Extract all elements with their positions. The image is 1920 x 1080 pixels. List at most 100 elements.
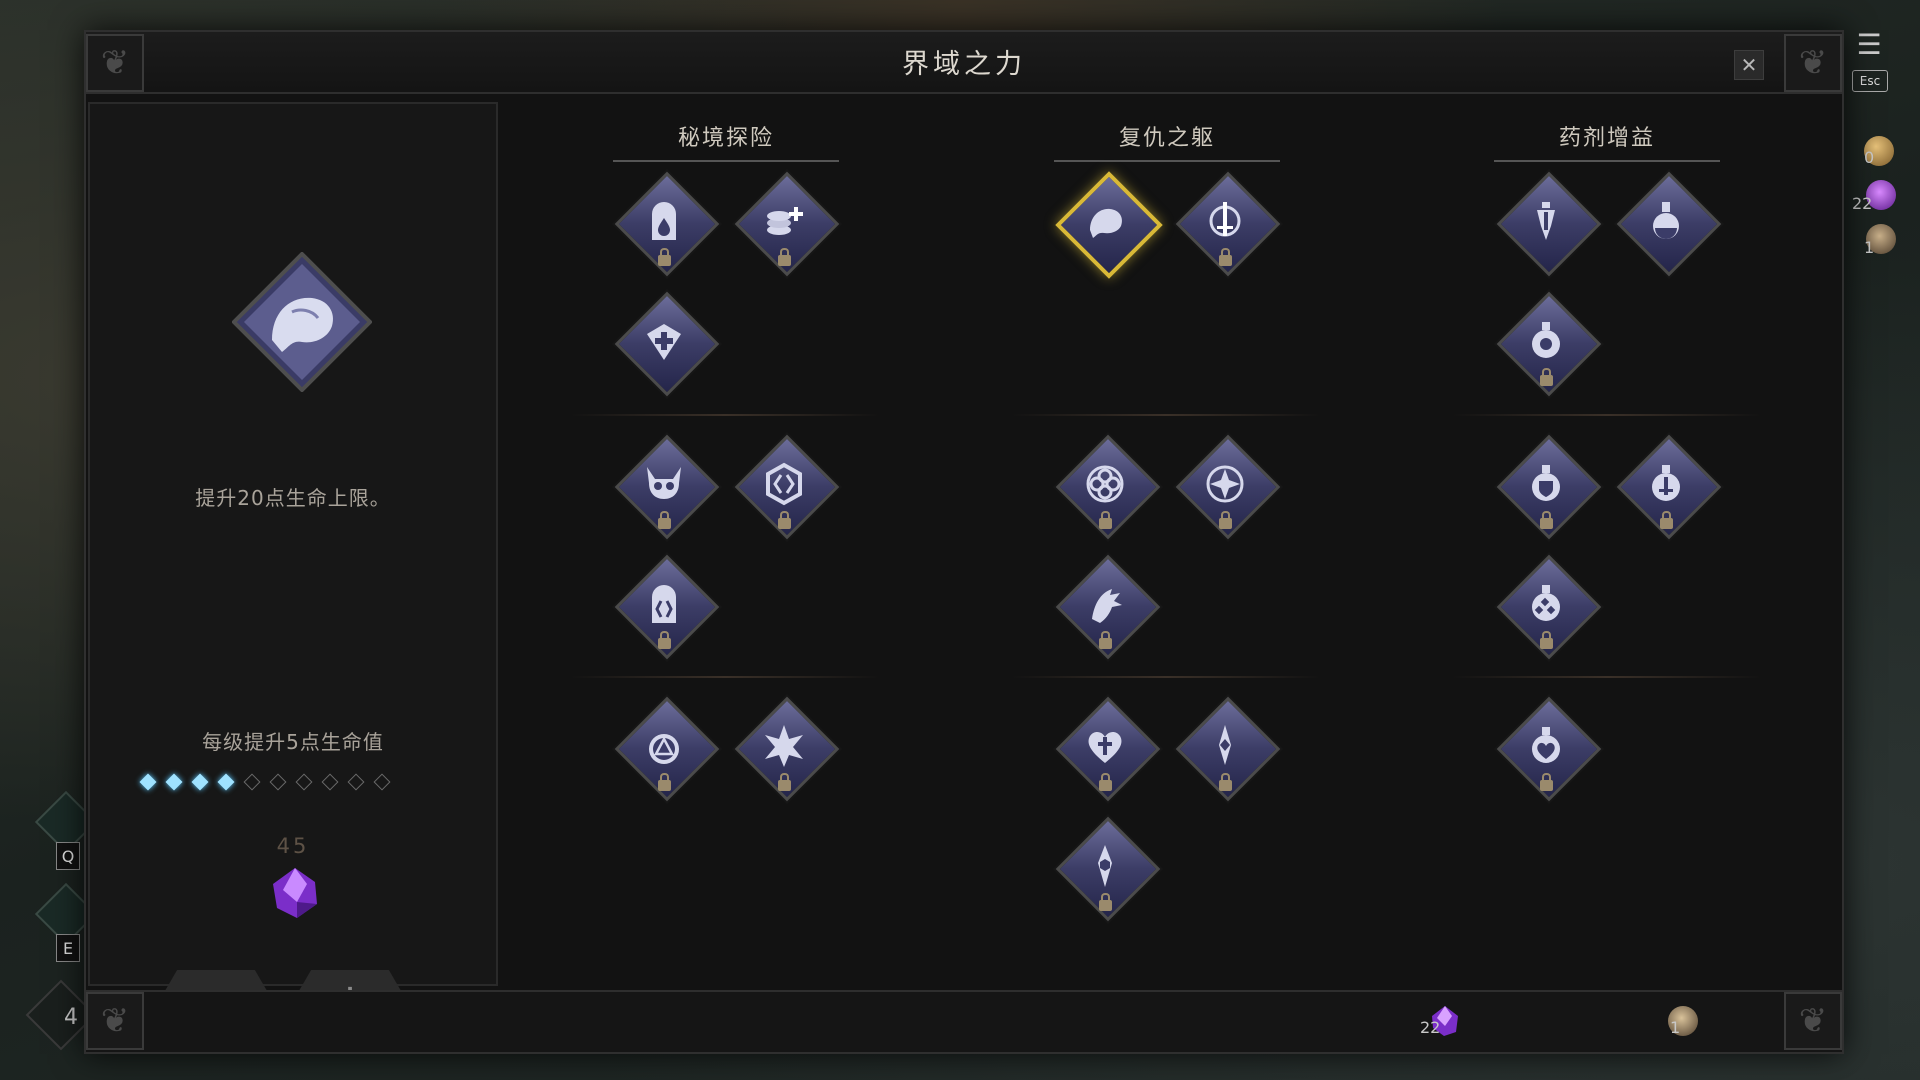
coin-stack-plus-icon	[767, 207, 803, 235]
lock-icon	[1540, 773, 1553, 791]
detail-panel: 提升20点生命上限。 每级提升5点生命值 45 − +	[88, 102, 498, 1022]
footer-bar: ❦ 22 1 ❦	[86, 990, 1842, 1052]
gold-count: 0	[1864, 148, 1875, 167]
tier-divider	[1011, 414, 1321, 416]
level-pip-empty	[347, 773, 365, 791]
hud-key-q: Q	[56, 842, 80, 870]
level-pip-empty	[269, 773, 287, 791]
crystal-count: 22	[1852, 194, 1873, 213]
talent-node-flask[interactable]	[1616, 171, 1722, 287]
potion-heart-icon	[1532, 727, 1560, 763]
window-title: 界域之力	[902, 49, 1026, 80]
level-pip-filled	[191, 773, 209, 791]
dragon-head-icon	[1092, 589, 1122, 623]
title-bar: ❦ 界域之力 ✕ ❦	[86, 32, 1842, 94]
level-pip-filled	[217, 773, 235, 791]
spiral-sword-icon	[1209, 202, 1241, 237]
talent-node-potion-shield[interactable]	[1496, 434, 1602, 550]
footer-crystal-count: 22	[1420, 1018, 1441, 1037]
tier-divider	[570, 414, 880, 416]
potion-shield-icon	[1532, 465, 1560, 501]
gem-blade-icon	[1219, 725, 1231, 765]
lock-icon	[1219, 511, 1232, 529]
column-header-secret-realm: 秘境探险	[606, 120, 846, 162]
talent-node-demon-skull[interactable]	[614, 434, 720, 550]
talent-node-triquetra[interactable]	[614, 696, 720, 812]
close-button[interactable]: ✕	[1734, 50, 1764, 80]
lock-icon	[1219, 773, 1232, 791]
talent-node-knot[interactable]	[1055, 434, 1161, 550]
level-pips	[139, 773, 391, 791]
tier-divider	[570, 676, 880, 678]
round-flask-icon	[1653, 202, 1679, 239]
level-pip-empty	[321, 773, 339, 791]
talent-node-potion-heart[interactable]	[1496, 696, 1602, 812]
vial-dagger-icon	[1537, 202, 1555, 240]
muscle-arm-icon	[1090, 208, 1122, 238]
tier-divider	[1011, 676, 1321, 678]
lock-icon	[1540, 368, 1553, 386]
menu-icon[interactable]: ☰	[1852, 30, 1886, 62]
hexagon-rune-icon	[766, 462, 802, 506]
talent-node-spiral-sword[interactable]	[1175, 171, 1281, 287]
heart-cross-icon	[1088, 731, 1122, 763]
lock-icon	[1099, 893, 1112, 911]
star-burst-icon	[765, 725, 803, 767]
level-pip-empty	[295, 773, 313, 791]
column-title: 复仇之躯	[1118, 126, 1215, 151]
talent-node-blood-door[interactable]	[614, 171, 720, 287]
realm-power-window: ❦ 界域之力 ✕ ❦ 提升20点生命上限。 每级提升5点生命值 45 − +	[84, 30, 1844, 1054]
compass-star-icon	[1206, 465, 1244, 503]
lock-icon	[1660, 511, 1673, 529]
rune-door-icon	[652, 585, 676, 623]
lock-icon	[658, 511, 671, 529]
talent-description: 提升20点生命上限。	[195, 486, 391, 510]
medal-count: 1	[1864, 238, 1875, 257]
corner-ornament-bottom-right-icon: ❦	[1784, 992, 1842, 1050]
horned-skull-icon	[647, 467, 681, 499]
tier-divider	[1452, 414, 1762, 416]
lock-icon	[1219, 248, 1232, 266]
lock-icon	[778, 773, 791, 791]
talent-node-dagger-hex[interactable]	[1055, 816, 1161, 932]
lock-icon	[1099, 773, 1112, 791]
lock-icon	[658, 773, 671, 791]
corner-ornament-bottom-left-icon: ❦	[86, 992, 144, 1050]
muscle-arm-icon	[231, 251, 373, 393]
talent-node-coin-stack[interactable]	[734, 171, 840, 287]
talent-node-rune-door[interactable]	[614, 554, 720, 670]
talent-node-star-burst[interactable]	[734, 696, 840, 812]
column-header-vengeful-body: 复仇之躯	[1047, 120, 1287, 162]
hud-slot-number: 4	[64, 1005, 78, 1030]
talent-node-potion-sword[interactable]	[1616, 434, 1722, 550]
lock-icon	[658, 631, 671, 649]
selected-talent-icon	[231, 251, 373, 396]
talent-node-heal-gem[interactable]	[614, 291, 720, 407]
talent-node-potion-swirl[interactable]	[1496, 291, 1602, 407]
tier-divider	[1452, 676, 1762, 678]
celtic-knot-icon	[1086, 465, 1124, 503]
talent-node-compass-star[interactable]	[1175, 434, 1281, 550]
hud-key-e: E	[56, 934, 80, 962]
upgrade-cost: 45	[276, 834, 310, 858]
talent-node-dragon[interactable]	[1055, 554, 1161, 670]
lock-icon	[778, 248, 791, 266]
talent-node-holy-heart[interactable]	[1055, 696, 1161, 812]
lock-icon	[1540, 511, 1553, 529]
potion-swirl-icon	[1532, 322, 1560, 358]
diamond-cross-icon	[647, 324, 681, 360]
lock-icon	[1540, 631, 1553, 649]
talent-node-potion-dice[interactable]	[1496, 554, 1602, 670]
esc-key-label: Esc	[1852, 70, 1888, 92]
talent-node-muscle-selected[interactable]	[1055, 171, 1163, 287]
per-level-bonus: 每级提升5点生命值	[202, 730, 384, 754]
talent-node-gem-blade[interactable]	[1175, 696, 1281, 812]
lock-icon	[1099, 631, 1112, 649]
level-pip-filled	[139, 773, 157, 791]
footer-medal-count: 1	[1670, 1018, 1681, 1037]
talent-node-rune-shield[interactable]	[734, 434, 840, 550]
talent-node-vial-dagger[interactable]	[1496, 171, 1602, 287]
column-title: 药剂增益	[1558, 126, 1655, 151]
purple-crystal-icon	[267, 864, 323, 924]
column-header-potion-boost: 药剂增益	[1487, 120, 1727, 162]
